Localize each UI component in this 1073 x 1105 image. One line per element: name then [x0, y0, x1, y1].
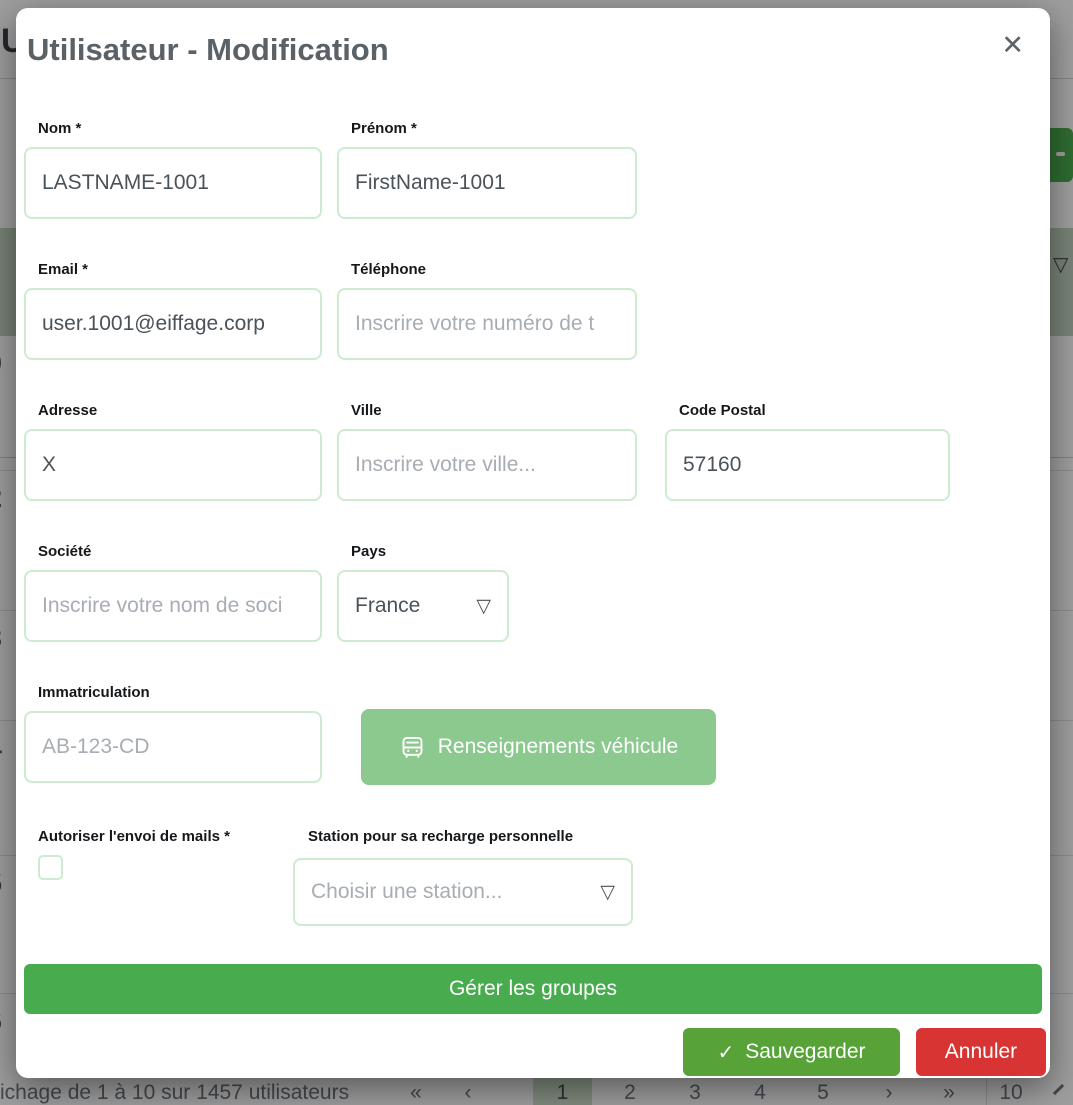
cancel-button-label: Annuler [945, 1040, 1017, 1064]
immatriculation-input[interactable] [24, 711, 322, 783]
adresse-label: Adresse [38, 402, 322, 419]
prenom-input[interactable] [337, 147, 637, 219]
cancel-button[interactable]: Annuler [916, 1028, 1046, 1076]
field-adresse: Adresse [24, 402, 322, 501]
check-icon: ✓ [717, 1040, 734, 1065]
vehicle-info-button-label: Renseignements véhicule [438, 735, 678, 759]
field-pays: Pays France ▽ [337, 543, 509, 642]
field-email: Email * [24, 261, 322, 360]
modal-title: Utilisateur - Modification [27, 32, 389, 68]
chevron-down-icon: ▽ [600, 881, 615, 904]
manage-groups-button[interactable]: Gérer les groupes [24, 964, 1042, 1014]
field-ville: Ville [337, 402, 637, 501]
prenom-label: Prénom * [351, 120, 637, 137]
save-button[interactable]: ✓ Sauvegarder [683, 1028, 900, 1076]
autoriser-mails-label: Autoriser l'envoi de mails * [38, 828, 230, 845]
field-code-postal: Code Postal [665, 402, 950, 501]
nom-label: Nom * [38, 120, 322, 137]
close-icon[interactable]: ✕ [1001, 32, 1024, 59]
car-icon [399, 734, 426, 761]
telephone-input[interactable] [337, 288, 637, 360]
email-label: Email * [38, 261, 322, 278]
pays-select[interactable]: France ▽ [337, 570, 509, 642]
vehicle-info-button[interactable]: Renseignements véhicule [361, 709, 716, 785]
immatriculation-label: Immatriculation [38, 684, 322, 701]
field-societe: Société [24, 543, 322, 642]
manage-groups-button-label: Gérer les groupes [449, 977, 617, 1001]
adresse-input[interactable] [24, 429, 322, 501]
societe-label: Société [38, 543, 322, 560]
nom-input[interactable] [24, 147, 322, 219]
societe-input[interactable] [24, 570, 322, 642]
code-postal-input[interactable] [665, 429, 950, 501]
field-telephone: Téléphone [337, 261, 637, 360]
field-prenom: Prénom * [337, 120, 637, 219]
autoriser-mails-checkbox[interactable] [38, 855, 63, 880]
telephone-label: Téléphone [351, 261, 637, 278]
station-label: Station pour sa recharge personnelle [308, 828, 573, 845]
field-nom: Nom * [24, 120, 322, 219]
field-immatriculation: Immatriculation [24, 684, 322, 783]
pays-label: Pays [351, 543, 509, 560]
chevron-down-icon: ▽ [476, 595, 491, 618]
pays-selected-value: France [355, 594, 420, 618]
email-input[interactable] [24, 288, 322, 360]
station-placeholder: Choisir une station... [311, 880, 502, 904]
ville-input[interactable] [337, 429, 637, 501]
save-button-label: Sauvegarder [745, 1040, 865, 1064]
station-select[interactable]: Choisir une station... ▽ [293, 858, 633, 926]
user-edit-modal: Utilisateur - Modification ✕ Nom * Préno… [16, 8, 1050, 1078]
code-postal-label: Code Postal [679, 402, 950, 419]
ville-label: Ville [351, 402, 637, 419]
